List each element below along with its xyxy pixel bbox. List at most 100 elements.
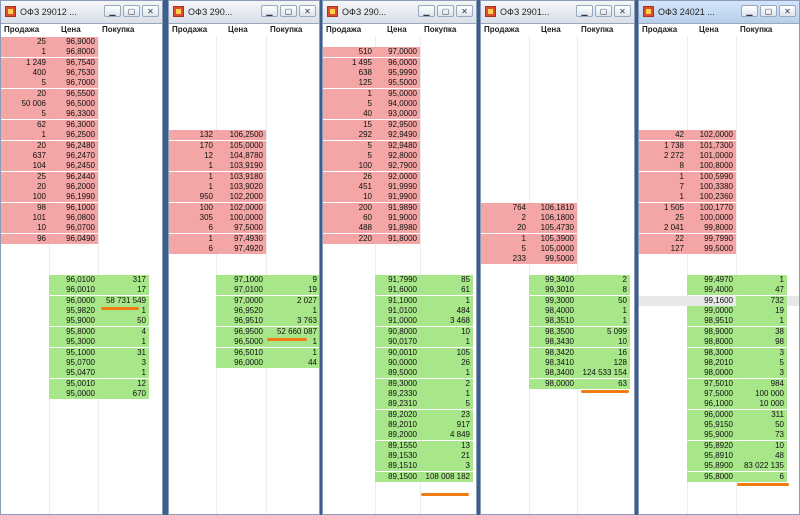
ask-row[interactable]: 12 104,8780 — [169, 150, 319, 161]
bid-row[interactable]: 90,0000 26 — [323, 357, 476, 368]
bid-quantity[interactable]: 98 — [736, 337, 787, 348]
bid-price[interactable]: 95,8920 — [687, 440, 736, 451]
ask-quantity[interactable]: 488 — [323, 223, 375, 234]
bid-price[interactable]: 91,1000 — [375, 295, 420, 306]
maximize-button[interactable]: ▢ — [437, 5, 454, 17]
bid-row[interactable]: 96,0000 58 731 549 — [1, 295, 162, 306]
bid-price[interactable]: 97,5010 — [687, 378, 736, 389]
ask-price[interactable]: 96,3300 — [49, 109, 98, 120]
ask-row[interactable]: 488 91,8980 — [323, 223, 476, 234]
ask-price[interactable]: 91,9990 — [375, 181, 420, 192]
bid-price[interactable]: 98,3400 — [529, 368, 577, 379]
bid-row[interactable]: 96,5010 1 — [169, 347, 319, 358]
bid-price[interactable]: 99,3000 — [529, 295, 577, 306]
bid-quantity[interactable]: 9 — [266, 275, 319, 286]
bid-price[interactable]: 98,3430 — [529, 337, 577, 348]
bid-price[interactable]: 89,2020 — [375, 409, 420, 420]
bid-quantity[interactable]: 128 — [577, 357, 630, 368]
ask-row[interactable]: 5 92,8000 — [323, 150, 476, 161]
ask-quantity[interactable]: 1 249 — [1, 57, 49, 68]
bid-row[interactable]: 98,0000 3 — [639, 368, 799, 379]
bid-row[interactable]: 98,3420 16 — [481, 347, 634, 358]
bid-price[interactable]: 96,9520 — [216, 306, 266, 317]
bid-quantity[interactable]: 52 660 087 — [266, 326, 319, 337]
ask-quantity[interactable]: 5 — [481, 244, 529, 254]
column-header-price[interactable]: Цена — [228, 25, 248, 34]
bid-price[interactable]: 90,0000 — [375, 357, 420, 368]
bid-price[interactable]: 89,2330 — [375, 388, 420, 399]
ask-price[interactable]: 96,0800 — [49, 212, 98, 223]
bid-price[interactable]: 97,0100 — [216, 285, 266, 296]
bid-row[interactable]: 90,0170 1 — [323, 337, 476, 348]
ask-quantity[interactable]: 8 — [639, 161, 687, 172]
bid-quantity[interactable]: 10 — [577, 337, 630, 348]
ask-row[interactable]: 1 105,3900 — [481, 233, 634, 244]
bid-row[interactable]: 96,0000 311 — [639, 409, 799, 420]
bid-row[interactable]: 95,0000 670 — [1, 388, 162, 399]
ask-row[interactable]: 2 272 101,0000 — [639, 150, 799, 161]
bid-quantity[interactable]: 1 — [420, 388, 473, 399]
bid-row[interactable]: 95,9000 50 — [1, 316, 162, 327]
ask-price[interactable]: 100,8000 — [687, 161, 736, 172]
ask-quantity[interactable]: 1 — [323, 88, 375, 99]
bid-row[interactable]: 95,8900 83 022 135 — [639, 461, 799, 472]
ask-row[interactable]: 15 92,9500 — [323, 119, 476, 130]
bid-quantity[interactable]: 1 — [577, 306, 630, 317]
ask-price[interactable]: 96,9000 — [49, 37, 98, 47]
bid-price[interactable]: 95,0000 — [49, 388, 98, 399]
ask-quantity[interactable]: 25 — [1, 171, 49, 182]
bid-price[interactable]: 89,3000 — [375, 378, 420, 389]
ask-row[interactable]: 1 249 96,7540 — [1, 57, 162, 68]
ask-price[interactable]: 99,8000 — [687, 223, 736, 234]
ask-quantity[interactable]: 1 495 — [323, 57, 375, 68]
bid-price[interactable]: 98,8000 — [687, 337, 736, 348]
ask-row[interactable]: 25 96,9000 — [1, 37, 162, 47]
ask-row[interactable]: 1 103,9180 — [169, 171, 319, 182]
ask-quantity[interactable]: 6 — [169, 244, 216, 254]
ask-quantity[interactable]: 2 041 — [639, 223, 687, 234]
ask-row[interactable]: 1 505 100,1770 — [639, 202, 799, 213]
window-titlebar[interactable]: ОФЗ 24021 ... ▁ ▢ ✕ — [639, 1, 799, 24]
minimize-button[interactable]: ▁ — [104, 5, 121, 17]
ask-price[interactable]: 99,7990 — [687, 233, 736, 244]
column-header-buy[interactable]: Покупка — [424, 25, 456, 34]
bid-quantity[interactable]: 1 — [736, 275, 787, 286]
bid-price[interactable]: 96,5000 — [216, 337, 266, 348]
bid-row[interactable]: 98,9510 1 — [639, 316, 799, 327]
ask-row[interactable]: 6 97,5000 — [169, 223, 319, 234]
bid-row[interactable]: 98,3410 128 — [481, 357, 634, 368]
bid-quantity[interactable]: 48 — [736, 451, 787, 461]
ask-row[interactable]: 5 94,0000 — [323, 99, 476, 110]
ask-quantity[interactable]: 638 — [323, 68, 375, 79]
column-header-buy[interactable]: Покупка — [102, 25, 134, 34]
ask-price[interactable]: 105,0000 — [216, 140, 266, 151]
ask-price[interactable]: 96,2000 — [49, 181, 98, 192]
ask-row[interactable]: 98 96,1000 — [1, 202, 162, 213]
bid-row[interactable]: 95,0010 12 — [1, 378, 162, 389]
bid-quantity[interactable]: 26 — [420, 357, 473, 368]
ask-price[interactable]: 96,5500 — [49, 88, 98, 99]
ask-quantity[interactable]: 132 — [169, 130, 216, 141]
bid-price[interactable]: 89,2000 — [375, 430, 420, 441]
bid-price[interactable]: 95,8910 — [687, 451, 736, 461]
minimize-button[interactable]: ▁ — [741, 5, 758, 17]
column-header-buy[interactable]: Покупка — [270, 25, 302, 34]
ask-price[interactable]: 91,8980 — [375, 223, 420, 234]
orderbook-window-4[interactable]: ОФЗ 2901... ▁ ▢ ✕ Продажа Цена Покупка 764 106,1… — [480, 0, 635, 515]
bid-quantity[interactable]: 3 — [98, 357, 149, 368]
ask-quantity[interactable]: 1 738 — [639, 140, 687, 151]
ask-quantity[interactable]: 764 — [481, 202, 529, 213]
close-button[interactable]: ✕ — [456, 5, 473, 17]
ask-price[interactable]: 94,0000 — [375, 99, 420, 110]
ask-quantity[interactable]: 1 — [481, 233, 529, 244]
bid-quantity[interactable]: 13 — [420, 440, 473, 451]
ask-row[interactable]: 1 100,5990 — [639, 171, 799, 182]
bid-quantity[interactable]: 670 — [98, 388, 149, 399]
ask-row[interactable]: 6 97,4920 — [169, 244, 319, 254]
ask-price[interactable]: 95,0000 — [375, 88, 420, 99]
bid-price[interactable]: 95,1000 — [49, 347, 98, 358]
bid-quantity[interactable]: 10 — [736, 440, 787, 451]
ask-row[interactable]: 100 92,7900 — [323, 161, 476, 172]
bid-quantity[interactable]: 484 — [420, 306, 473, 317]
bid-quantity[interactable]: 58 731 549 — [98, 295, 149, 306]
